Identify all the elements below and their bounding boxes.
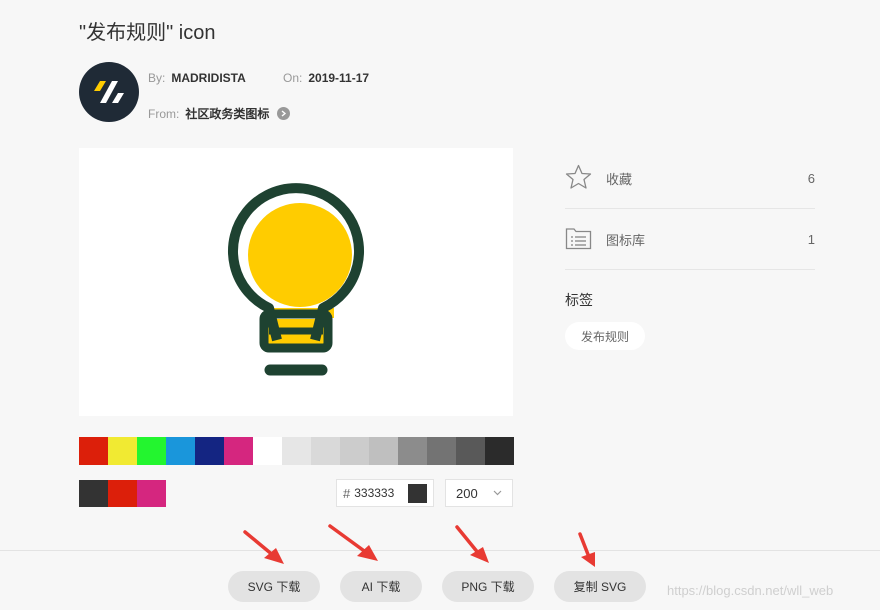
annotation-arrow-icon [578, 532, 595, 567]
date-meta: On: 2019-11-17 [283, 71, 369, 85]
tags-heading: 标签 [565, 292, 593, 308]
color-swatch[interactable] [108, 437, 137, 465]
lightbulb-icon [228, 183, 364, 376]
author-name[interactable]: MADRIDISTA [171, 71, 245, 85]
source-meta: From: 社区政务类图标 [148, 105, 291, 122]
size-value: 200 [456, 485, 478, 501]
tag-chip[interactable]: 发布规则 [565, 322, 646, 350]
annotation-arrow-icon [328, 524, 378, 561]
color-swatch[interactable] [253, 437, 282, 465]
color-swatch[interactable] [282, 437, 311, 465]
color-swatch[interactable] [427, 437, 456, 465]
upload-date: 2019-11-17 [308, 71, 370, 85]
color-palette [79, 437, 514, 465]
color-swatch[interactable] [398, 437, 427, 465]
color-swatch[interactable] [195, 437, 224, 465]
svg-download-button[interactable]: SVG 下载 [228, 571, 320, 602]
png-download-button[interactable]: PNG 下载 [442, 571, 534, 602]
icon-detail-page: "发布规则" icon By: MADRIDISTA On: 2019-11-17 … [0, 0, 880, 610]
hex-value[interactable]: 333333 [354, 486, 394, 500]
source-library-link[interactable]: 社区政务类图标 [185, 105, 269, 122]
color-swatch[interactable] [108, 480, 137, 507]
hash-label: # [343, 485, 351, 501]
size-select[interactable]: 200 [445, 479, 513, 507]
color-swatch[interactable] [311, 437, 340, 465]
recent-colors [79, 480, 166, 507]
color-swatch[interactable] [79, 437, 108, 465]
page-title: "发布规则" icon [79, 22, 216, 44]
library-count: 1 [807, 231, 815, 247]
chevron-down-icon [493, 490, 502, 496]
color-swatch[interactable] [369, 437, 398, 465]
library-label: 图标库 [606, 232, 646, 248]
on-label: On: [283, 71, 303, 85]
from-label: From: [148, 106, 180, 121]
star-icon[interactable] [565, 164, 592, 193]
copy-svg-button[interactable]: 复制 SVG [554, 571, 646, 602]
ai-download-button[interactable]: AI 下载 [340, 571, 422, 602]
watermark: https://blog.csdn.net/wll_web [667, 583, 834, 598]
by-label: By: [148, 71, 166, 85]
color-swatch[interactable] [224, 437, 253, 465]
folder-list-icon[interactable] [565, 226, 592, 253]
favorite-count: 6 [807, 170, 815, 186]
color-swatch[interactable] [340, 437, 369, 465]
library-row[interactable]: 图标库 1 [565, 209, 815, 270]
color-swatch[interactable] [79, 480, 108, 507]
color-swatch[interactable] [137, 437, 166, 465]
current-color-chip [408, 483, 427, 503]
icon-preview [79, 148, 513, 416]
author-avatar[interactable] [79, 62, 139, 122]
color-swatch[interactable] [166, 437, 195, 465]
color-swatch[interactable] [456, 437, 485, 465]
chevron-right-circle-icon[interactable] [277, 107, 291, 120]
color-swatch[interactable] [137, 480, 166, 507]
annotation-arrow-icon [243, 530, 284, 564]
color-hex-input[interactable]: # 333333 [336, 479, 434, 507]
favorite-row[interactable]: 收藏 6 [565, 148, 815, 209]
favorite-label: 收藏 [606, 171, 633, 187]
logo-slash-icon [94, 81, 124, 103]
author-meta: By: MADRIDISTA [148, 71, 246, 85]
annotation-arrow-icon [455, 525, 489, 563]
color-swatch[interactable] [485, 437, 514, 465]
download-bar [0, 550, 880, 610]
